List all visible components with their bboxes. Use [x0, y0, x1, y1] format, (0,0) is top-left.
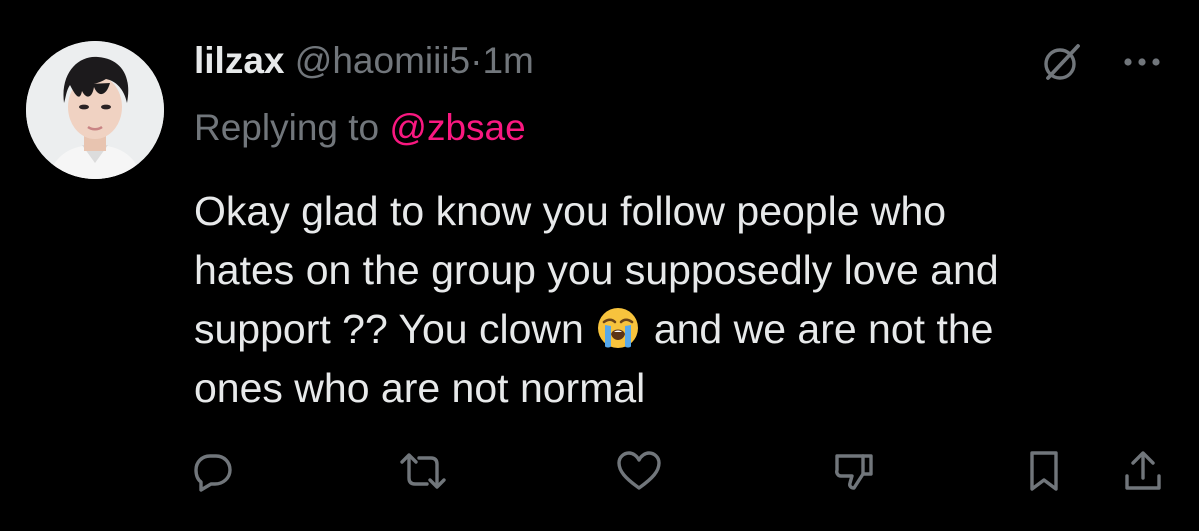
tweet-text-line: Okay glad to know you follow people who	[194, 188, 947, 234]
tweet-text: Okay glad to know you follow people who …	[194, 182, 1164, 418]
downvote-icon[interactable]	[829, 446, 879, 496]
tweet-header: lilzax @haomiii5·1m	[194, 36, 534, 86]
tweet-text-line: hates on the group you supposedly love a…	[194, 247, 999, 293]
bookmark-icon[interactable]	[1019, 446, 1069, 496]
tweet-text-segment: support ?? You clown	[194, 306, 584, 352]
tweet-text-segment: and we are not the	[653, 306, 994, 352]
tweet-text-line: support ?? You clown and we are not the	[194, 300, 1164, 359]
retweet-icon[interactable]	[398, 446, 448, 496]
separator: ·	[470, 40, 483, 81]
grok-icon[interactable]	[1040, 40, 1084, 84]
author-name[interactable]: lilzax	[194, 40, 285, 81]
reply-icon[interactable]	[188, 446, 238, 496]
avatar[interactable]	[26, 41, 164, 179]
replying-prefix: Replying to	[194, 107, 380, 148]
like-icon[interactable]	[614, 446, 664, 496]
avatar-image	[26, 41, 164, 179]
timestamp[interactable]: 1m	[482, 40, 533, 81]
action-bar	[0, 436, 1199, 506]
share-icon[interactable]	[1118, 446, 1168, 496]
reply-mention-link[interactable]: @zbsae	[389, 107, 525, 148]
author-handle[interactable]: @haomiii5	[295, 40, 470, 81]
loudly-crying-face-icon	[596, 306, 640, 350]
tweet-text-line: ones who are not normal	[194, 365, 646, 411]
replying-to: Replying to @zbsae	[194, 103, 526, 153]
more-icon[interactable]	[1116, 42, 1168, 82]
